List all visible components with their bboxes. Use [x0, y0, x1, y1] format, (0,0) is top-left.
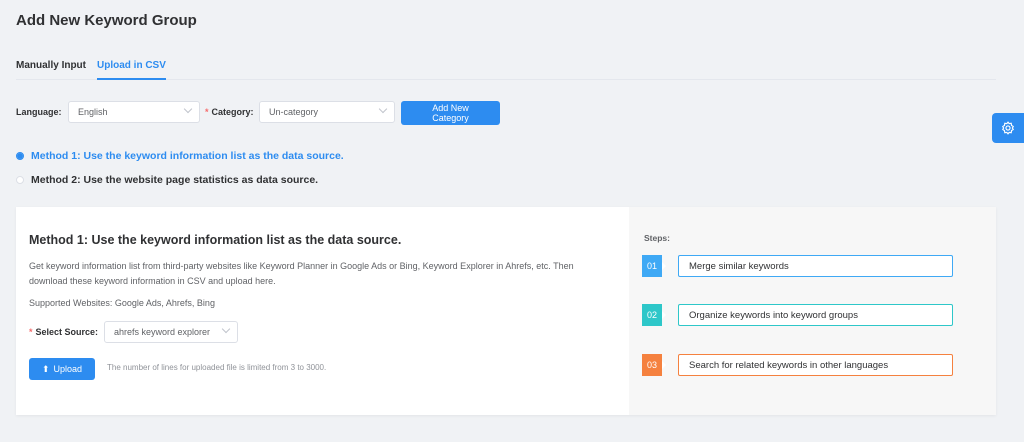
source-value: ahrefs keyword explorer: [114, 327, 211, 337]
required-mark: *: [205, 107, 209, 117]
upload-button[interactable]: ⬆ Upload: [29, 358, 95, 380]
chevron-down-icon: [221, 324, 231, 334]
step-number: 03: [642, 354, 666, 376]
tab-bar: Manually Input Upload in CSV: [16, 60, 996, 80]
step-number-text: 02: [646, 310, 657, 320]
method-2-radio[interactable]: Method 2: Use the website page statistic…: [16, 174, 318, 186]
method-details: Method 1: Use the keyword information li…: [16, 207, 629, 415]
step-number: 02: [642, 304, 666, 326]
method-2-label: Method 2: Use the website page statistic…: [31, 174, 319, 186]
select-source-label: * Select Source:: [29, 327, 98, 337]
language-select[interactable]: English: [68, 101, 200, 123]
upload-limit-note: The number of lines for uploaded file is…: [107, 363, 327, 372]
category-select[interactable]: Un-category: [259, 101, 395, 123]
steps-panel: Steps: 01 Merge similar keywords 02 Orga…: [629, 207, 996, 415]
step-text: Search for related keywords in other lan…: [678, 354, 953, 376]
chevron-down-icon: [183, 104, 193, 114]
settings-button[interactable]: [992, 113, 1024, 143]
add-new-category-button[interactable]: Add New Category: [401, 101, 500, 125]
steps-label: Steps:: [644, 233, 670, 243]
step-number: 01: [642, 255, 666, 277]
step-number-text: 01: [646, 261, 657, 271]
gear-icon: [1001, 121, 1015, 135]
method-description: Get keyword information list from third-…: [29, 261, 574, 286]
radio-unselected-icon: [16, 176, 24, 184]
upload-icon: ⬆: [41, 363, 50, 374]
step-2: 02 Organize keywords into keyword groups: [642, 304, 962, 326]
required-mark: *: [29, 327, 33, 337]
method-card: Method 1: Use the keyword information li…: [16, 207, 996, 415]
chevron-down-icon: [378, 104, 388, 114]
step-text: Organize keywords into keyword groups: [678, 304, 953, 326]
tab-upload-csv[interactable]: Upload in CSV: [97, 60, 166, 80]
method-1-label: Method 1: Use the keyword information li…: [31, 150, 344, 162]
language-label: Language:: [16, 107, 62, 117]
tab-manually-input[interactable]: Manually Input: [16, 60, 86, 79]
method-1-radio[interactable]: Method 1: Use the keyword information li…: [16, 150, 344, 162]
supported-websites: Supported Websites: Google Ads, Ahrefs, …: [29, 298, 215, 308]
step-1: 01 Merge similar keywords: [642, 255, 962, 277]
step-3: 03 Search for related keywords in other …: [642, 354, 962, 376]
step-text: Merge similar keywords: [678, 255, 953, 277]
category-label-text: Category:: [211, 107, 254, 117]
category-label: * Category:: [205, 107, 254, 117]
select-source-label-text: Select Source:: [35, 327, 99, 337]
page-title: Add New Keyword Group: [16, 12, 197, 29]
source-select[interactable]: ahrefs keyword explorer: [104, 321, 238, 343]
upload-label: Upload: [53, 364, 83, 374]
step-number-text: 03: [646, 360, 657, 370]
language-value: English: [78, 107, 108, 117]
category-value: Un-category: [269, 107, 319, 117]
radio-selected-icon: [16, 152, 24, 160]
method-title: Method 1: Use the keyword information li…: [29, 233, 402, 247]
